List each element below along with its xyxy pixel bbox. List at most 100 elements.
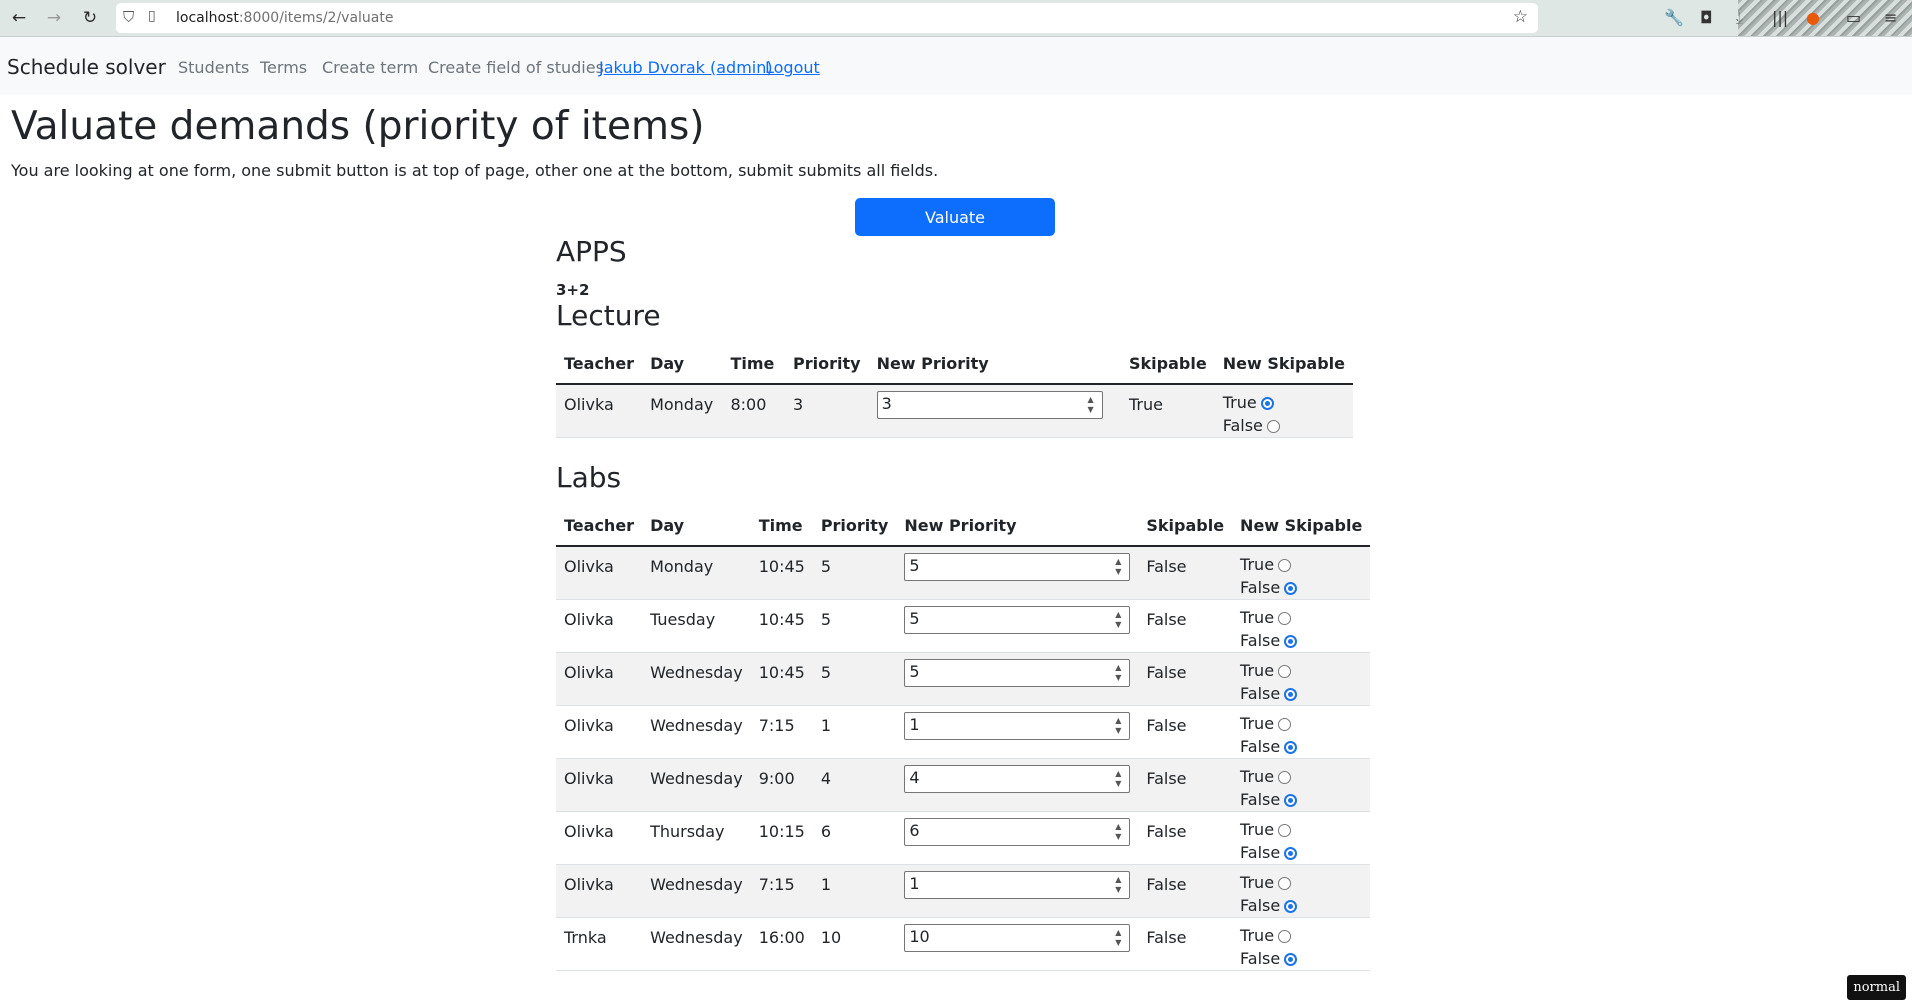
cell-new-skipable: True False: [1232, 811, 1371, 865]
radio-label: True: [1240, 661, 1275, 680]
skipable-true-radio[interactable]: [1278, 718, 1292, 731]
nav-link-terms[interactable]: Terms: [260, 58, 307, 77]
forward-icon[interactable]: →: [43, 7, 65, 29]
cell-day: Wednesday: [642, 652, 751, 706]
skipable-true-radio[interactable]: [1278, 559, 1292, 572]
extension-icon[interactable]: ●: [1806, 8, 1820, 27]
container-icon[interactable]: ▭: [1846, 8, 1861, 27]
new-priority-input[interactable]: 5 ▲ ▼: [904, 553, 1131, 581]
table-row: Olivka Wednesday 7:15 1 1 ▲ ▼ False True False: [556, 705, 1371, 759]
skipable-false-radio[interactable]: [1284, 688, 1298, 701]
skipable-false-radio[interactable]: [1284, 741, 1298, 754]
table-row: Olivka Monday 8:00 3 3 ▲ ▼ True True False: [556, 384, 1353, 438]
nav-link-students[interactable]: Students: [178, 58, 249, 77]
bookmark-star-icon[interactable]: ☆: [1513, 7, 1528, 27]
stepper-arrows-icon[interactable]: ▲ ▼: [1111, 716, 1125, 736]
user-link[interactable]: Jakub Dvorak (admin): [599, 58, 773, 77]
skipable-false-radio[interactable]: [1284, 847, 1298, 860]
skipable-true-radio[interactable]: [1278, 877, 1292, 890]
skipable-true-option[interactable]: True: [1240, 924, 1362, 947]
skipable-true-radio[interactable]: [1278, 771, 1292, 784]
table-row: Olivka Tuesday 10:45 5 5 ▲ ▼ False True False: [556, 599, 1371, 653]
new-priority-input[interactable]: 5 ▲ ▼: [904, 606, 1131, 634]
skipable-false-radio[interactable]: [1284, 635, 1298, 648]
menu-icon[interactable]: ≡: [1884, 8, 1897, 27]
radio-label: False: [1240, 737, 1281, 756]
skipable-true-radio[interactable]: [1278, 930, 1292, 943]
skipable-false-option[interactable]: False: [1240, 735, 1362, 758]
stepper-arrows-icon[interactable]: ▲ ▼: [1111, 663, 1125, 683]
stepper-arrows-icon[interactable]: ▲ ▼: [1111, 769, 1125, 789]
page-icon: ▯: [148, 8, 156, 24]
cell-new-skipable: True False: [1232, 917, 1371, 971]
new-priority-input[interactable]: 1 ▲ ▼: [904, 871, 1131, 899]
pocket-icon[interactable]: ◘: [1700, 8, 1713, 27]
valuate-button[interactable]: Valuate: [855, 198, 1055, 236]
cell-skipable: False: [1138, 599, 1233, 653]
skipable-true-option[interactable]: True: [1240, 553, 1362, 576]
new-priority-input[interactable]: 1 ▲ ▼: [904, 712, 1131, 740]
brand-link[interactable]: Schedule solver: [7, 55, 166, 79]
stepper-arrows-icon[interactable]: ▲ ▼: [1111, 822, 1125, 842]
skipable-false-option[interactable]: False: [1223, 414, 1345, 437]
skipable-true-radio[interactable]: [1278, 665, 1292, 678]
skipable-false-radio[interactable]: [1284, 953, 1298, 966]
cell-skipable: False: [1138, 917, 1233, 971]
reload-icon[interactable]: ↻: [79, 7, 101, 29]
lecture-title: Lecture: [556, 299, 661, 332]
cell-new-priority: 5 ▲ ▼: [896, 546, 1139, 600]
subject-title: APPS: [556, 235, 627, 268]
new-priority-input[interactable]: 4 ▲ ▼: [904, 765, 1131, 793]
cell-new-skipable: True False: [1232, 546, 1371, 600]
stepper-arrows-icon[interactable]: ▲ ▼: [1111, 610, 1125, 630]
stepper-arrows-icon[interactable]: ▲ ▼: [1111, 875, 1125, 895]
cell-priority: 5: [812, 546, 897, 600]
url-text: localhost:8000/items/2/valuate: [176, 10, 394, 26]
col-new-skipable: New Skipable: [1214, 343, 1353, 385]
skipable-true-radio[interactable]: [1278, 612, 1292, 625]
skipable-false-radio[interactable]: [1266, 420, 1280, 433]
address-bar[interactable]: ⛉ ▯ localhost:8000/items/2/valuate ☆: [116, 3, 1538, 33]
cell-skipable: False: [1138, 652, 1233, 706]
cell-new-skipable: True False: [1232, 599, 1371, 653]
stepper-arrows-icon[interactable]: ▲ ▼: [1111, 928, 1125, 948]
skipable-true-option[interactable]: True: [1240, 659, 1362, 682]
skipable-false-option[interactable]: False: [1240, 841, 1362, 864]
skipable-false-option[interactable]: False: [1240, 576, 1362, 599]
skipable-true-option[interactable]: True: [1223, 391, 1345, 414]
skipable-true-radio[interactable]: [1260, 397, 1274, 410]
nav-link-create-term[interactable]: Create term: [322, 58, 418, 77]
skipable-false-option[interactable]: False: [1240, 682, 1362, 705]
cell-time: 9:00: [750, 758, 813, 812]
stepper-arrows-icon[interactable]: ▲ ▼: [1084, 395, 1098, 415]
new-priority-input[interactable]: 6 ▲ ▼: [904, 818, 1131, 846]
skipable-false-radio[interactable]: [1284, 900, 1298, 913]
cell-time: 10:45: [750, 546, 813, 600]
nav-link-create-field-of-studies[interactable]: Create field of studies: [428, 58, 604, 77]
cell-teacher: Olivka: [556, 546, 643, 600]
shield-icon[interactable]: ⛉: [123, 8, 134, 26]
skipable-false-option[interactable]: False: [1240, 788, 1362, 811]
skipable-false-option[interactable]: False: [1240, 629, 1362, 652]
skipable-true-option[interactable]: True: [1240, 818, 1362, 841]
skipable-true-option[interactable]: True: [1240, 765, 1362, 788]
logout-link[interactable]: Logout: [765, 58, 820, 77]
new-priority-input[interactable]: 5 ▲ ▼: [904, 659, 1131, 687]
new-priority-input[interactable]: 3 ▲ ▼: [876, 391, 1103, 419]
skipable-true-option[interactable]: True: [1240, 606, 1362, 629]
skipable-true-radio[interactable]: [1278, 824, 1292, 837]
cell-teacher: Trnka: [556, 917, 643, 971]
wrench-icon[interactable]: 🔧: [1664, 8, 1684, 27]
skipable-false-radio[interactable]: [1284, 794, 1298, 807]
radio-label: False: [1240, 790, 1281, 809]
back-icon[interactable]: ←: [8, 7, 30, 29]
skipable-false-option[interactable]: False: [1240, 947, 1362, 970]
stepper-arrows-icon[interactable]: ▲ ▼: [1111, 557, 1125, 577]
skipable-true-option[interactable]: True: [1240, 871, 1362, 894]
cell-day: Monday: [642, 546, 751, 600]
skipable-false-option[interactable]: False: [1240, 894, 1362, 917]
new-priority-input[interactable]: 10 ▲ ▼: [904, 924, 1131, 952]
skipable-false-radio[interactable]: [1284, 582, 1298, 595]
skipable-true-option[interactable]: True: [1240, 712, 1362, 735]
library-icon[interactable]: |||: [1772, 8, 1788, 27]
